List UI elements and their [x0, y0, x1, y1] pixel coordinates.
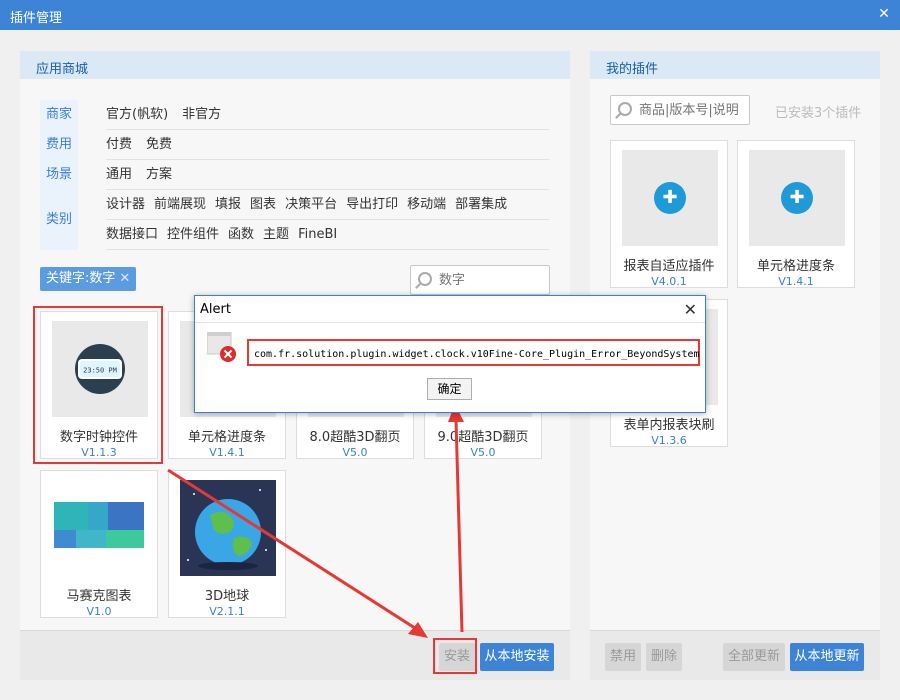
clock-icon: 23:50 PM	[75, 344, 125, 394]
keyword-tag-label: 关键字:数字	[46, 271, 116, 286]
plugin-name: 数字时钟控件	[59, 430, 138, 445]
filter-option[interactable]: 控件组件	[167, 220, 219, 250]
filter-option[interactable]: 非官方	[182, 100, 221, 130]
search-icon	[418, 272, 432, 286]
globe-icon	[187, 489, 267, 570]
alert-dialog: Alert ✕ com.fr.solution.plugin.widget.cl…	[194, 295, 706, 413]
plugin-version: V1.3.6	[651, 434, 687, 447]
plugin-version: V1.4.1	[778, 275, 814, 288]
plugin-name: 8.0超酷3D翻页	[309, 430, 401, 445]
filter-option[interactable]: 函数	[228, 220, 254, 250]
filter-label-category: 类别	[40, 190, 78, 250]
filter-row-vendor: 官方(帆软) 非官方	[106, 100, 549, 130]
plugin-name: 报表自适应插件	[623, 259, 715, 274]
install-button[interactable]: 安装	[439, 643, 475, 671]
filter-option[interactable]: 数据接口	[106, 220, 158, 250]
plugin-version: V5.0	[470, 446, 496, 459]
filter-option[interactable]: 移动端	[407, 190, 446, 220]
window-titlebar: 插件管理 ✕	[0, 0, 900, 30]
filter-option[interactable]: 导出打印	[346, 190, 398, 220]
plugin-thumb: ✚	[622, 150, 718, 246]
my-plugins-footer: 禁用 删除 全部更新 从本地更新	[590, 630, 880, 680]
filter-row-scene: 通用 方案	[106, 160, 549, 190]
filter-option[interactable]: 图表	[250, 190, 276, 220]
alert-title: Alert	[200, 302, 231, 317]
plugin-card-globe[interactable]: 3D地球 V2.1.1	[168, 470, 286, 618]
alert-message: com.fr.solution.plugin.widget.clock.v10F…	[254, 349, 700, 360]
store-title: 应用商城	[20, 51, 570, 79]
installed-count: 已安装3个插件	[775, 106, 862, 121]
filter-option[interactable]: 方案	[146, 160, 172, 190]
plugin-thumb: ✚	[749, 150, 845, 246]
mosaic-chart-icon	[54, 502, 144, 548]
filter-label-fee: 费用	[40, 130, 78, 160]
filter-option[interactable]: 部署集成	[455, 190, 507, 220]
plugin-name: 3D地球	[204, 589, 250, 604]
my-search-input[interactable]	[639, 100, 739, 120]
plugin-thumb	[180, 480, 276, 576]
alert-header: Alert ✕	[195, 296, 705, 323]
close-icon[interactable]: ✕	[876, 6, 892, 22]
window-title: 插件管理	[10, 11, 63, 26]
filter-option[interactable]: 主题	[263, 220, 289, 250]
plugin-name: 马赛克图表	[66, 589, 132, 604]
error-icon	[207, 332, 236, 362]
filter-row-category-1: 设计器 前端展现 填报 图表 决策平台 导出打印 移动端 部署集成	[106, 190, 549, 220]
plugin-name: 单元格进度条	[187, 430, 266, 445]
store-search-box	[410, 265, 550, 295]
filter-option[interactable]: 通用	[106, 160, 132, 190]
filter-row-fee: 付费 免费	[106, 130, 549, 160]
plugin-card-mosaic[interactable]: 马赛克图表 V1.0	[40, 470, 158, 618]
store-search-input[interactable]	[439, 270, 539, 290]
update-all-button[interactable]: 全部更新	[723, 643, 785, 671]
clock-display-text: 23:50 PM	[83, 367, 117, 375]
delete-button[interactable]: 删除	[646, 643, 682, 671]
search-icon	[618, 102, 632, 116]
plugin-version: V1.4.1	[209, 446, 245, 459]
disable-button[interactable]: 禁用	[605, 643, 641, 671]
filter-option[interactable]: 设计器	[106, 190, 145, 220]
plugin-name: 9.0超酷3D翻页	[437, 430, 529, 445]
ok-button[interactable]: 确定	[427, 378, 472, 400]
my-plugin-card-progress[interactable]: ✚ 单元格进度条 V1.4.1	[737, 140, 855, 288]
filter-option[interactable]: 前端展现	[154, 190, 206, 220]
plugin-card-clock[interactable]: 23:50 PM 数字时钟控件 V1.1.3	[40, 311, 158, 459]
alert-close-icon[interactable]: ✕	[684, 300, 697, 319]
puzzle-icon: ✚	[781, 182, 813, 214]
my-plugin-card-adaptive[interactable]: ✚ 报表自适应插件 V4.0.1	[610, 140, 728, 288]
plugin-version: V1.1.3	[81, 446, 117, 459]
filter-row-category-2: 数据接口 控件组件 函数 主题 FineBI	[106, 220, 549, 250]
filter-label-scene: 场景	[40, 160, 78, 190]
plugin-name: 单元格进度条	[756, 259, 835, 274]
plugin-version: V2.1.1	[209, 605, 245, 618]
remove-tag-icon[interactable]: ✕	[119, 271, 130, 286]
filter-option[interactable]: 决策平台	[285, 190, 337, 220]
filter-label-vendor: 商家	[40, 100, 78, 130]
filter-option[interactable]: FineBI	[298, 220, 337, 250]
keyword-tag: 关键字:数字 ✕	[40, 267, 137, 291]
filter-option[interactable]: 免费	[146, 130, 172, 160]
plugin-thumb: 23:50 PM	[52, 321, 148, 417]
filter-option[interactable]: 付费	[106, 130, 132, 160]
install-local-button[interactable]: 从本地安装	[480, 643, 554, 671]
store-footer: 安装 从本地安装	[20, 630, 570, 680]
update-local-button[interactable]: 从本地更新	[790, 643, 864, 671]
plugin-version: V1.0	[86, 605, 112, 618]
filter-option[interactable]: 官方(帆软)	[106, 100, 168, 130]
plugin-version: V5.0	[342, 446, 368, 459]
plugin-version: V4.0.1	[651, 275, 687, 288]
filter-option[interactable]: 填报	[215, 190, 241, 220]
plugin-thumb	[52, 480, 148, 576]
my-plugins-title: 我的插件	[590, 51, 880, 79]
puzzle-icon: ✚	[654, 182, 686, 214]
my-search-box	[610, 95, 750, 125]
plugin-name: 表单内报表块刷	[623, 418, 715, 433]
